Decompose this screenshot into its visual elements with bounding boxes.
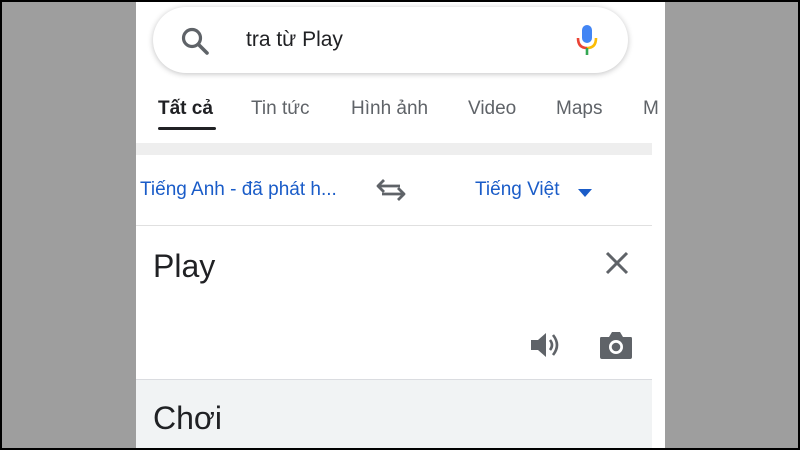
close-icon[interactable] — [602, 248, 632, 278]
language-selector-row: Tiếng Anh - đã phát h... Tiếng Việt — [136, 155, 652, 226]
tab-images[interactable]: Hình ảnh — [351, 97, 428, 121]
translation-input-area[interactable]: Play — [136, 226, 652, 380]
swap-icon[interactable] — [374, 177, 408, 203]
source-text[interactable]: Play — [153, 246, 215, 286]
translated-text: Chơi — [153, 400, 222, 436]
caret-down-icon[interactable] — [577, 188, 593, 198]
tab-maps[interactable]: Maps — [556, 97, 602, 121]
section-divider — [136, 143, 665, 155]
source-language-button[interactable]: Tiếng Anh - đã phát h... — [140, 178, 337, 202]
phone-screen: tra từ Play Tất cả Tin tức Hình ảnh Vide… — [136, 0, 665, 450]
search-icon[interactable] — [179, 26, 213, 56]
target-language-button[interactable]: Tiếng Việt — [475, 178, 560, 202]
search-box[interactable]: tra từ Play — [153, 7, 628, 73]
tab-all[interactable]: Tất cả — [158, 97, 213, 121]
tab-news[interactable]: Tin tức — [251, 97, 309, 121]
mic-icon[interactable] — [575, 23, 599, 57]
speaker-icon[interactable] — [529, 330, 563, 360]
tab-video[interactable]: Video — [468, 97, 516, 121]
camera-icon[interactable] — [598, 329, 634, 361]
right-gutter — [652, 143, 665, 450]
active-tab-indicator — [158, 127, 216, 130]
translation-output-area: Chơi — [136, 380, 652, 450]
search-tabs: Tất cả Tin tức Hình ảnh Video Maps M — [136, 92, 665, 134]
tab-more[interactable]: M — [643, 97, 659, 121]
search-input[interactable]: tra từ Play — [246, 27, 343, 53]
